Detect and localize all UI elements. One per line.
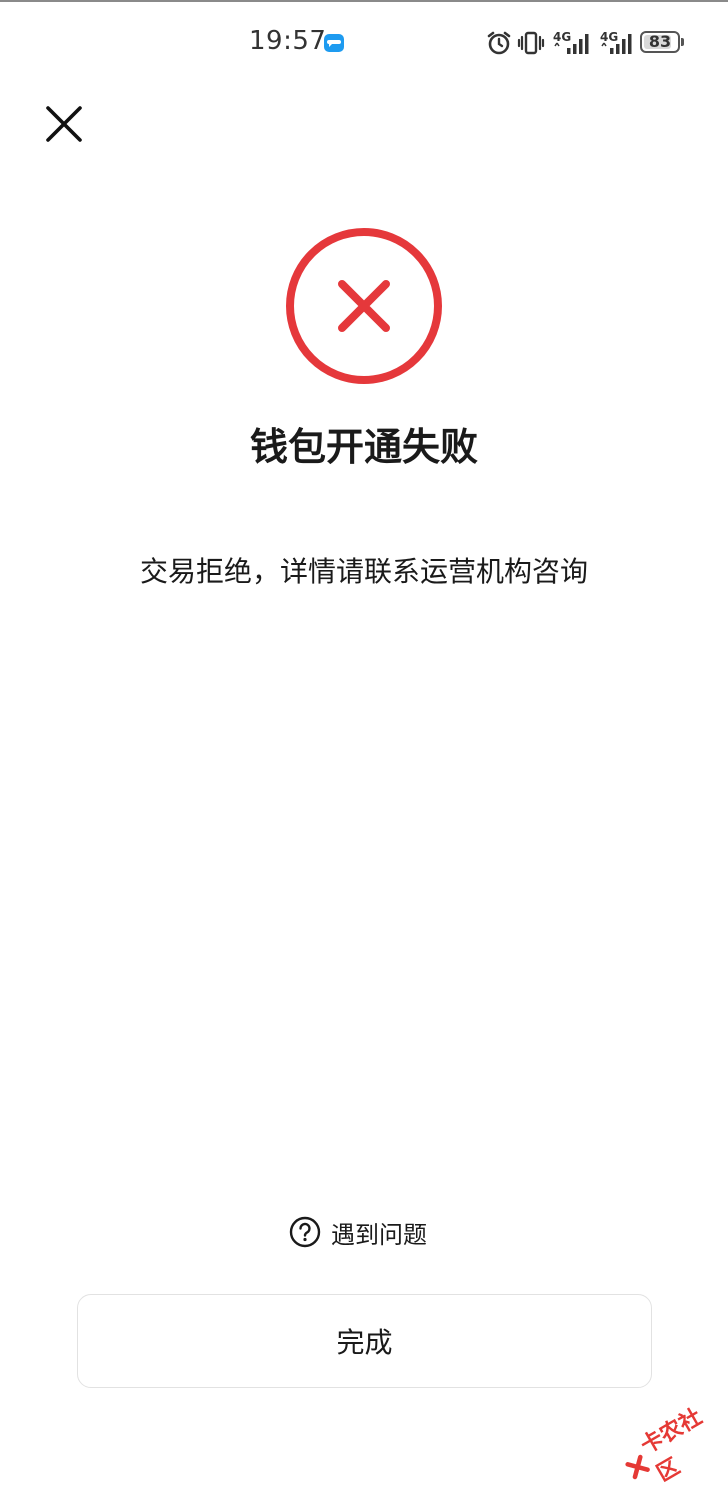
signal-icon — [601, 34, 632, 54]
close-icon — [46, 106, 82, 142]
top-border — [0, 0, 728, 2]
close-button[interactable] — [38, 98, 90, 150]
error-circle-icon — [286, 228, 442, 384]
done-button[interactable]: 完成 — [77, 1294, 652, 1388]
result-message: 交易拒绝，详情请联系运营机构咨询 — [139, 555, 588, 588]
help-link[interactable]: 遇到问题 — [289, 1214, 427, 1250]
battery-level: 83 — [648, 32, 672, 51]
battery-icon: 83 — [640, 31, 680, 53]
signal-icon — [554, 34, 589, 54]
page-title: 钱包开通失败 — [249, 425, 478, 469]
status-time: 19:57 — [249, 26, 327, 56]
help-link-label: 遇到问题 — [331, 1220, 427, 1249]
done-button-label: 完成 — [336, 1326, 393, 1359]
watermark: 卡农社区 — [611, 1389, 728, 1503]
alarm-icon — [487, 31, 511, 55]
vibrate-icon — [517, 31, 545, 55]
question-circle-icon — [289, 1216, 321, 1248]
message-app-icon — [324, 34, 344, 52]
battery-tip — [681, 38, 684, 46]
